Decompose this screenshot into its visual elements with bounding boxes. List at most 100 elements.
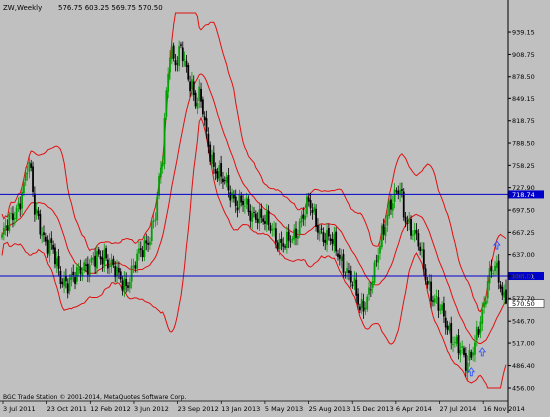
candle-body (207, 133, 210, 147)
candle-body (477, 329, 480, 335)
candle-body (415, 229, 418, 234)
candle-body (77, 269, 80, 271)
candle-body (172, 45, 175, 59)
candle-body (326, 230, 328, 245)
candle-body (57, 256, 60, 269)
candle-body (410, 218, 412, 236)
price-tick-label: 608.00 (512, 273, 535, 281)
candle-body (322, 231, 325, 242)
candle-body (280, 238, 283, 243)
candle-body (165, 90, 168, 117)
time-tick-label: 15 Dec 2013 (352, 405, 394, 413)
candle-body (402, 191, 405, 218)
price-tick-label: 517.00 (512, 340, 535, 348)
candle-body (375, 260, 378, 262)
candle-body (428, 280, 431, 285)
candle-body (24, 172, 27, 181)
candle-body (295, 228, 297, 238)
candle-body (486, 281, 489, 299)
candle (187, 62, 190, 82)
candle-body (117, 267, 120, 273)
candle-body (178, 46, 181, 66)
candle-body (229, 192, 232, 201)
candle (366, 294, 369, 313)
candle-body (317, 225, 319, 233)
candle-body (472, 352, 475, 356)
candle-body (265, 211, 268, 225)
candle-body (366, 296, 369, 310)
candle-body (150, 221, 153, 242)
candle-body (324, 239, 327, 243)
candle-body (2, 228, 5, 235)
price-tick-label: 849.15 (512, 95, 535, 103)
candle-body (302, 214, 305, 219)
candle-body (187, 64, 190, 80)
candle-body (26, 173, 29, 174)
candle (150, 217, 153, 245)
candle-body (136, 253, 139, 269)
candle-body (55, 258, 58, 267)
candle-body (227, 175, 230, 191)
price-tick-label: 727.90 (512, 184, 535, 192)
candle-body (74, 277, 76, 284)
candle-body (121, 280, 124, 291)
candle-body (161, 162, 164, 167)
candle-body (96, 251, 98, 269)
price-tick-label: 637.00 (512, 251, 535, 259)
candle-body (390, 199, 392, 210)
candle-body (196, 103, 199, 109)
candle-body (101, 257, 104, 265)
candle-body (114, 266, 117, 278)
candle (8, 211, 11, 234)
candle-body (12, 213, 14, 221)
candle-body (185, 60, 188, 67)
candle (156, 191, 159, 226)
candle-body (19, 203, 22, 210)
candle-body (59, 270, 62, 284)
candle-body (492, 273, 495, 275)
candle-body (30, 163, 33, 168)
candle-body (103, 249, 106, 267)
candle-body (267, 210, 270, 225)
candle-body (355, 279, 358, 296)
candle-body (81, 272, 84, 276)
candle-body (404, 216, 407, 223)
candle-body (483, 302, 485, 308)
candle-body (198, 86, 201, 101)
candle-body (66, 283, 69, 294)
candle-body (183, 58, 186, 60)
chart-canvas[interactable]: 718.74608.01570.50 939.15908.75878.50849… (0, 0, 550, 413)
candle-body (444, 317, 447, 328)
candle-body (107, 259, 109, 269)
candle-body (242, 200, 244, 206)
price-chart[interactable]: 718.74 608.01 570.50 939.15 908.75 878.50 849… (0, 0, 550, 413)
chart-background (0, 0, 550, 413)
price-tick-label: 546.70 (512, 318, 535, 326)
candle-body (300, 215, 303, 223)
candle (402, 188, 405, 221)
candle-body (233, 194, 235, 199)
candle-body (313, 207, 316, 212)
candle-body (41, 234, 44, 237)
candle-body (88, 264, 91, 277)
candle-body (490, 266, 493, 272)
candle-body (424, 268, 427, 281)
candle-body (218, 165, 221, 181)
candle-body (147, 242, 149, 245)
candle-body (192, 81, 195, 95)
price-tick-label: 456.00 (512, 385, 535, 393)
candle-body (386, 214, 389, 226)
candle-body (285, 232, 288, 249)
candle (158, 172, 160, 200)
candle-body (329, 238, 332, 242)
candle-body (108, 265, 111, 268)
candle-body (63, 278, 65, 287)
candle-body (441, 304, 443, 311)
candle (209, 141, 212, 165)
candle-body (278, 239, 281, 250)
candle-body (276, 242, 279, 250)
candle-body (191, 79, 193, 90)
candle-body (10, 212, 13, 214)
candle-body (1, 234, 3, 238)
candle-body (132, 265, 135, 267)
